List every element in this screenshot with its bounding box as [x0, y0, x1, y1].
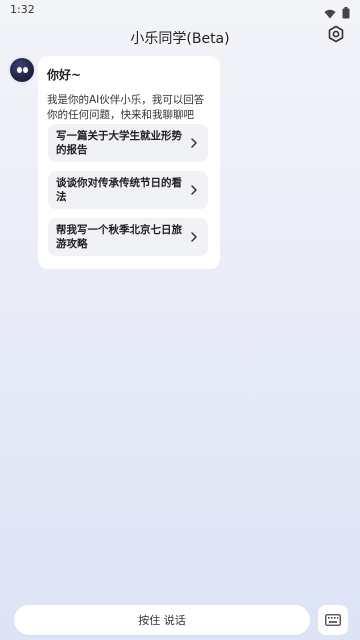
suggestion-item[interactable]: 谈谈你对传承传统节日的看法	[48, 171, 208, 209]
intro-text: 我是你的AI伙伴小乐，我可以回答你的任何问题，快来和我聊聊吧	[47, 94, 205, 121]
suggestion-text: 帮我写一个秋季北京七日旅游攻略	[56, 224, 182, 250]
assistant-message-card: 你好~ 我是你的AI伙伴小乐，我可以回答你的任何问题，快来和我聊聊吧 写一篇关于…	[38, 56, 220, 269]
chevron-right-icon	[191, 232, 197, 242]
avatar-eye-right	[23, 67, 28, 73]
settings-button[interactable]	[326, 25, 346, 47]
suggestion-text: 写一篇关于大学生就业形势的报告	[56, 130, 182, 156]
keyboard-icon	[325, 611, 341, 630]
chevron-right-icon	[191, 185, 197, 195]
hold-to-talk-label: 按住 说话	[138, 614, 186, 627]
avatar-eye-left	[17, 67, 22, 73]
wifi-icon	[324, 4, 336, 23]
battery-icon	[342, 4, 350, 23]
status-icons	[324, 4, 350, 23]
hold-to-talk-button[interactable]: 按住 说话	[14, 605, 310, 635]
greeting-text: 你好~	[47, 68, 82, 82]
assistant-avatar	[10, 58, 34, 82]
header: 小乐同学(Beta)	[0, 22, 360, 52]
keyboard-toggle-button[interactable]	[318, 605, 348, 635]
suggestion-text: 谈谈你对传承传统节日的看法	[56, 177, 182, 203]
suggestion-item[interactable]: 写一篇关于大学生就业形势的报告	[48, 124, 208, 162]
status-time: 1:32	[10, 3, 35, 16]
status-bar: 1:32	[0, 0, 360, 22]
suggestion-item[interactable]: 帮我写一个秋季北京七日旅游攻略	[48, 218, 208, 256]
page-title: 小乐同学(Beta)	[130, 31, 230, 47]
chevron-right-icon	[191, 138, 197, 148]
settings-icon	[327, 25, 345, 47]
